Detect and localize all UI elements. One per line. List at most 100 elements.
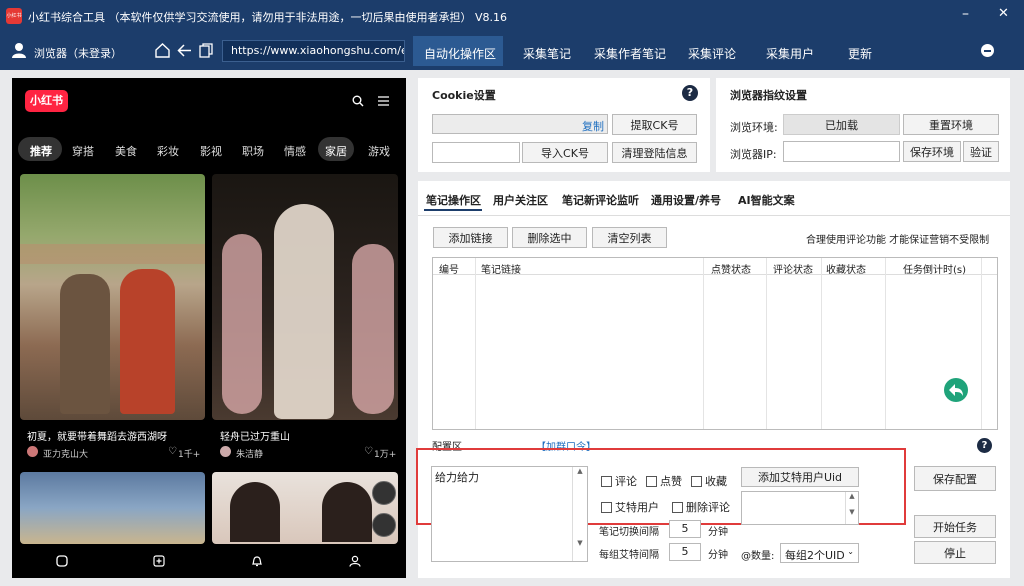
note-card-3-image[interactable] <box>20 472 205 544</box>
switch-interval-input[interactable]: 5 <box>669 520 701 538</box>
help-icon[interactable]: ? <box>682 85 698 101</box>
reset-env-button[interactable]: 重置环境 <box>903 114 999 135</box>
author-avatar <box>27 446 38 457</box>
window-title: 小红书综合工具 （本软件仅供学习交流使用，请勿用于非法用途，一切后果由使用者承担… <box>28 11 508 24</box>
add-mention-uid-button[interactable]: 添加艾特用户Uid <box>741 467 859 487</box>
note-card-2-title[interactable]: 轻舟已过万重山 <box>220 428 290 443</box>
save-config-button[interactable]: 保存配置 <box>914 466 996 491</box>
bell-icon[interactable] <box>251 555 263 567</box>
cookie-panel: Cookie设置 ? 复制 提取CK号 导入CK号 清理登陆信息 <box>418 78 710 172</box>
tab-collect-users[interactable]: 采集用户 <box>766 45 814 62</box>
tab-ai-copywriting[interactable]: AI智能文案 <box>738 192 795 208</box>
xhs-logo: 小红书 <box>25 90 68 112</box>
operations-panel: 笔记操作区 用户关注区 笔记新评论监听 通用设置/养号 AI智能文案 添加链接 … <box>416 181 1010 578</box>
category-makeup[interactable]: 彩妆 <box>157 143 179 159</box>
add-link-button[interactable]: 添加链接 <box>433 227 508 248</box>
stop-button[interactable]: 停止 <box>914 541 996 564</box>
tab-user-follow[interactable]: 用户关注区 <box>493 192 548 208</box>
clear-list-button[interactable]: 清空列表 <box>592 227 667 248</box>
tab-active-underline <box>424 209 482 211</box>
comment-checkbox-label: 评论 <box>615 475 637 488</box>
note-card-4-image[interactable] <box>212 472 398 544</box>
config-help-icon[interactable]: ? <box>977 438 992 453</box>
copy-link[interactable]: 复制 <box>582 118 604 134</box>
ip-label: 浏览器IP: <box>730 148 777 161</box>
clear-login-button[interactable]: 清理登陆信息 <box>612 142 697 163</box>
ip-input[interactable] <box>783 141 900 162</box>
comment-checkbox[interactable]: 评论 <box>601 473 637 489</box>
category-food[interactable]: 美食 <box>115 143 137 159</box>
tab-automation-label: 自动化操作区 <box>424 47 497 61</box>
group-interval-input[interactable]: 5 <box>669 543 701 561</box>
home-nav-icon[interactable] <box>56 555 68 567</box>
category-home[interactable]: 家居 <box>325 143 347 159</box>
copy-url-icon[interactable] <box>199 43 213 58</box>
collapse-icon[interactable] <box>981 44 994 57</box>
category-games[interactable]: 游戏 <box>368 143 390 159</box>
category-fashion[interactable]: 穿搭 <box>72 143 94 159</box>
profile-icon[interactable] <box>349 555 361 567</box>
note-card-1-image[interactable] <box>20 174 205 420</box>
group-interval-unit: 分钟 <box>708 550 728 561</box>
minimize-button[interactable]: – <box>962 6 969 22</box>
like-checkbox[interactable]: 点赞 <box>646 473 682 489</box>
heart-icon[interactable]: ♡ <box>168 446 177 457</box>
category-film[interactable]: 影视 <box>200 143 222 159</box>
env-value: 已加载 <box>783 114 900 135</box>
verify-button[interactable]: 验证 <box>963 141 999 162</box>
tab-divider <box>418 215 1010 216</box>
category-career[interactable]: 职场 <box>242 143 264 159</box>
category-emotion[interactable]: 情感 <box>284 143 306 159</box>
task-table[interactable]: 编号 笔记链接 点赞状态 评论状态 收藏状态 任务倒计时(s) <box>432 257 998 430</box>
cookie-title: Cookie设置 <box>432 89 496 102</box>
note-card-2-image[interactable] <box>212 174 398 420</box>
start-task-button[interactable]: 开始任务 <box>914 515 996 538</box>
checkbox-box <box>601 475 612 487</box>
tab-collect-comments[interactable]: 采集评论 <box>688 45 736 62</box>
return-icon[interactable] <box>943 377 969 403</box>
url-bar[interactable]: https://www.xiaohongshu.com/e <box>222 40 405 62</box>
tab-collect-notes[interactable]: 采集笔记 <box>523 45 571 62</box>
note-card-1-likes: 1千+ <box>178 450 201 460</box>
search-icon[interactable] <box>352 95 364 107</box>
uid-list[interactable]: ▲ ▼ <box>741 491 859 525</box>
col-id: 编号 <box>439 265 459 276</box>
tab-note-operations[interactable]: 笔记操作区 <box>426 192 481 208</box>
checkbox-box <box>601 501 612 513</box>
back-arrow-icon[interactable] <box>177 43 192 58</box>
note-card-1-title[interactable]: 初夏，就要带着舞蹈去游西湖呀 <box>27 428 167 443</box>
mention-user-checkbox[interactable]: 艾特用户 <box>601 499 659 515</box>
tab-general-settings[interactable]: 通用设置/养号 <box>651 192 721 208</box>
usage-notice: 合理使用评论功能 才能保证营销不受限制 <box>806 235 990 246</box>
refresh-icon[interactable] <box>372 513 396 537</box>
switch-interval-value: 5 <box>681 522 689 535</box>
delete-comment-checkbox[interactable]: 删除评论 <box>672 499 730 515</box>
tab-update[interactable]: 更新 <box>848 45 872 62</box>
category-recommend[interactable]: 推荐 <box>30 143 52 159</box>
collect-checkbox[interactable]: 收藏 <box>691 473 727 489</box>
home-icon[interactable] <box>155 43 170 58</box>
close-button[interactable]: ✕ <box>998 6 1009 21</box>
col-link: 笔记链接 <box>481 265 521 276</box>
checkbox-box <box>672 501 683 513</box>
col-countdown: 任务倒计时(s) <box>903 265 967 276</box>
note-card-2-likes: 1万+ <box>374 450 397 460</box>
col-collect-status: 收藏状态 <box>826 265 866 276</box>
save-env-button[interactable]: 保存环境 <box>903 141 961 162</box>
comment-textarea[interactable]: 给力给力 ▲ ▼ <box>431 466 588 562</box>
mention-count-select[interactable]: 每组2个UID ⌄ <box>780 543 859 563</box>
like-checkbox-label: 点赞 <box>660 475 682 488</box>
col-comment-status: 评论状态 <box>773 265 813 276</box>
publish-icon[interactable] <box>153 555 165 567</box>
menu-icon[interactable] <box>378 96 389 106</box>
env-label: 浏览环境: <box>730 121 778 134</box>
import-ck-button[interactable]: 导入CK号 <box>522 142 608 163</box>
switch-interval-label: 笔记切换间隔 <box>599 527 659 538</box>
tab-collect-author-notes[interactable]: 采集作者笔记 <box>594 45 666 62</box>
heart-icon-2[interactable]: ♡ <box>364 446 373 457</box>
image-icon[interactable] <box>372 481 396 505</box>
get-ck-button[interactable]: 提取CK号 <box>612 114 697 135</box>
ck-input[interactable] <box>432 142 520 163</box>
delete-selected-button[interactable]: 删除选中 <box>512 227 587 248</box>
tab-comment-monitor[interactable]: 笔记新评论监听 <box>562 192 639 208</box>
